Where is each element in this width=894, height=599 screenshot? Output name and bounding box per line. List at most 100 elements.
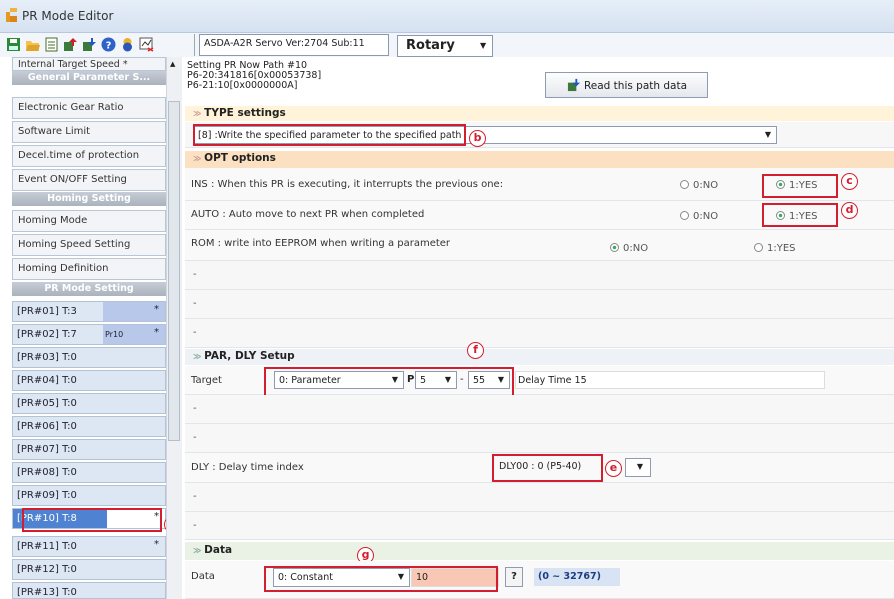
pr-label: [PR#02] T:7 xyxy=(17,329,77,340)
upload-icon[interactable] xyxy=(63,37,78,52)
section-expand-icon: ≫ xyxy=(193,352,205,361)
opt-empty-row: - xyxy=(185,290,894,319)
toolbar-separator xyxy=(194,34,195,56)
dly-dropdown-button[interactable]: ▼ xyxy=(625,458,651,477)
pr-label: [PR#09] T:0 xyxy=(17,490,77,501)
section-expand-icon: ≫ xyxy=(193,154,205,163)
data-label: Data xyxy=(191,571,215,582)
opt-options-title: OPT options xyxy=(204,152,276,164)
sidebar-item-homing-mode[interactable]: Homing Mode xyxy=(12,210,166,232)
pr-list-item[interactable]: [PR#07] T:0 xyxy=(12,439,166,460)
pr-mark: * xyxy=(154,327,159,338)
auto-radio-no[interactable]: 0:NO xyxy=(680,211,718,222)
sidebar-item-internal-target-speed[interactable]: Internal Target Speed * xyxy=(12,57,166,71)
scope-icon[interactable] xyxy=(139,37,154,52)
pr-list-item[interactable]: [PR#01] T:3 * xyxy=(12,301,166,322)
sidebar-item-homing-definition[interactable]: Homing Definition xyxy=(12,258,166,280)
pr-list-item[interactable]: [PR#04] T:0 xyxy=(12,370,166,391)
pr-list-item[interactable]: [PR#12] T:0 xyxy=(12,559,166,580)
pr-list-item[interactable]: [PR#13] T:0 xyxy=(12,582,166,599)
pr-list-item[interactable]: [PR#03] T:0 xyxy=(12,347,166,368)
empty-row-dash: - xyxy=(193,432,197,443)
highlight-box-b xyxy=(193,124,466,146)
type-settings-title: TYPE settings xyxy=(204,107,286,119)
pr-mark: * xyxy=(154,539,159,550)
help-icon[interactable]: ? xyxy=(101,37,116,52)
ins-no-label: 0:NO xyxy=(693,180,719,191)
scroll-thumb[interactable] xyxy=(168,101,180,441)
sidebar-header-general[interactable]: General Parameter S... xyxy=(12,71,166,85)
empty-row-dash: - xyxy=(193,327,197,338)
data-range-display: (0 ~ 32767) xyxy=(534,568,620,586)
document-icon[interactable] xyxy=(44,37,59,52)
dly-empty-row: - xyxy=(185,512,894,540)
data-header[interactable]: ≫ Data xyxy=(185,542,894,560)
chevron-down-icon[interactable]: ▼ xyxy=(480,41,486,50)
auto-label: AUTO : Auto move to next PR when complet… xyxy=(191,209,425,220)
record-icon[interactable] xyxy=(120,37,135,52)
highlight-box-d xyxy=(762,203,838,227)
pr-label: [PR#01] T:3 xyxy=(17,306,77,317)
read-icon xyxy=(567,78,581,92)
radio-off-icon xyxy=(680,211,689,220)
opt-options-header[interactable]: ≫ OPT options xyxy=(185,151,894,168)
rom-radio-no[interactable]: 0:NO xyxy=(610,243,648,254)
callout-e: e xyxy=(605,460,622,477)
pr-label: [PR#08] T:0 xyxy=(17,467,77,478)
rom-row: ROM : write into EEPROM when writing a p… xyxy=(185,230,894,261)
open-icon[interactable] xyxy=(25,37,40,52)
type-settings-header[interactable]: ≫ TYPE settings xyxy=(185,106,894,121)
save-icon[interactable] xyxy=(6,37,21,52)
scroll-up-icon[interactable]: ▲ xyxy=(170,60,175,68)
callout-b: b xyxy=(469,130,486,147)
chevron-down-icon: ▼ xyxy=(764,130,771,139)
pr-list-item[interactable]: [PR#08] T:0 xyxy=(12,462,166,483)
sidebar-item-event-setting[interactable]: Event ON/OFF Setting xyxy=(12,169,166,191)
callout-c: c xyxy=(841,173,858,190)
empty-row-dash: - xyxy=(193,269,197,280)
highlight-box-g xyxy=(264,566,498,592)
sidebar-item-homing-speed[interactable]: Homing Speed Setting xyxy=(12,234,166,256)
sidebar-item-decel-time[interactable]: Decel.time of protection xyxy=(12,145,166,167)
pr-jump-label: Pr10 xyxy=(105,330,124,339)
target-label: Target xyxy=(191,375,222,386)
mode-select[interactable]: Rotary xyxy=(397,35,493,57)
help-button[interactable]: ? xyxy=(505,567,523,587)
pr-list-item[interactable]: [PR#11] T:0 * xyxy=(12,536,166,557)
par-dly-title: PAR, DLY Setup xyxy=(204,350,295,362)
pr-list-item[interactable]: [PR#09] T:0 xyxy=(12,485,166,506)
par-dly-header[interactable]: ≫ PAR, DLY Setup xyxy=(185,349,894,365)
par-empty-row: - xyxy=(185,395,894,424)
sidebar-header-homing[interactable]: Homing Setting xyxy=(12,192,166,206)
download-icon[interactable] xyxy=(82,37,97,52)
rom-no-label: 0:NO xyxy=(623,243,649,254)
empty-row-dash: - xyxy=(193,491,197,502)
pr-list-item[interactable]: [PR#02] T:7 Pr10 * xyxy=(12,324,166,345)
callout-d: d xyxy=(841,202,858,219)
sidebar-item-software-limit[interactable]: Software Limit xyxy=(12,121,166,143)
ins-radio-no[interactable]: 0:NO xyxy=(680,180,718,191)
window-title: PR Mode Editor xyxy=(22,9,114,23)
pr-list-item[interactable]: [PR#06] T:0 xyxy=(12,416,166,437)
empty-row-dash: - xyxy=(193,403,197,414)
pr-label: [PR#13] T:0 xyxy=(17,587,77,598)
par-empty-row: - xyxy=(185,424,894,453)
sidebar-item-gear-ratio[interactable]: Electronic Gear Ratio xyxy=(12,97,166,119)
sidebar-header-pr-mode[interactable]: PR Mode Setting xyxy=(12,282,166,296)
rom-radio-yes[interactable]: 1:YES xyxy=(754,243,796,254)
dly-label: DLY : Delay time index xyxy=(191,462,304,473)
pr-label: [PR#03] T:0 xyxy=(17,352,77,363)
param-description: Delay Time 15 xyxy=(515,371,825,389)
radio-off-icon xyxy=(680,180,689,189)
pr-label: [PR#05] T:0 xyxy=(17,398,77,409)
setting-p6-21: P6-21:10[0x0000000A] xyxy=(187,80,298,91)
pr-list-item[interactable]: [PR#05] T:0 xyxy=(12,393,166,414)
opt-empty-row: - xyxy=(185,261,894,290)
auto-no-label: 0:NO xyxy=(693,211,719,222)
read-path-button-label: Read this path data xyxy=(583,80,688,92)
pr-label: [PR#07] T:0 xyxy=(17,444,77,455)
section-expand-icon: ≫ xyxy=(193,546,205,555)
pr-label: [PR#11] T:0 xyxy=(17,541,77,552)
dly-empty-row: - xyxy=(185,483,894,512)
read-path-button[interactable]: Read this path data xyxy=(545,72,708,98)
